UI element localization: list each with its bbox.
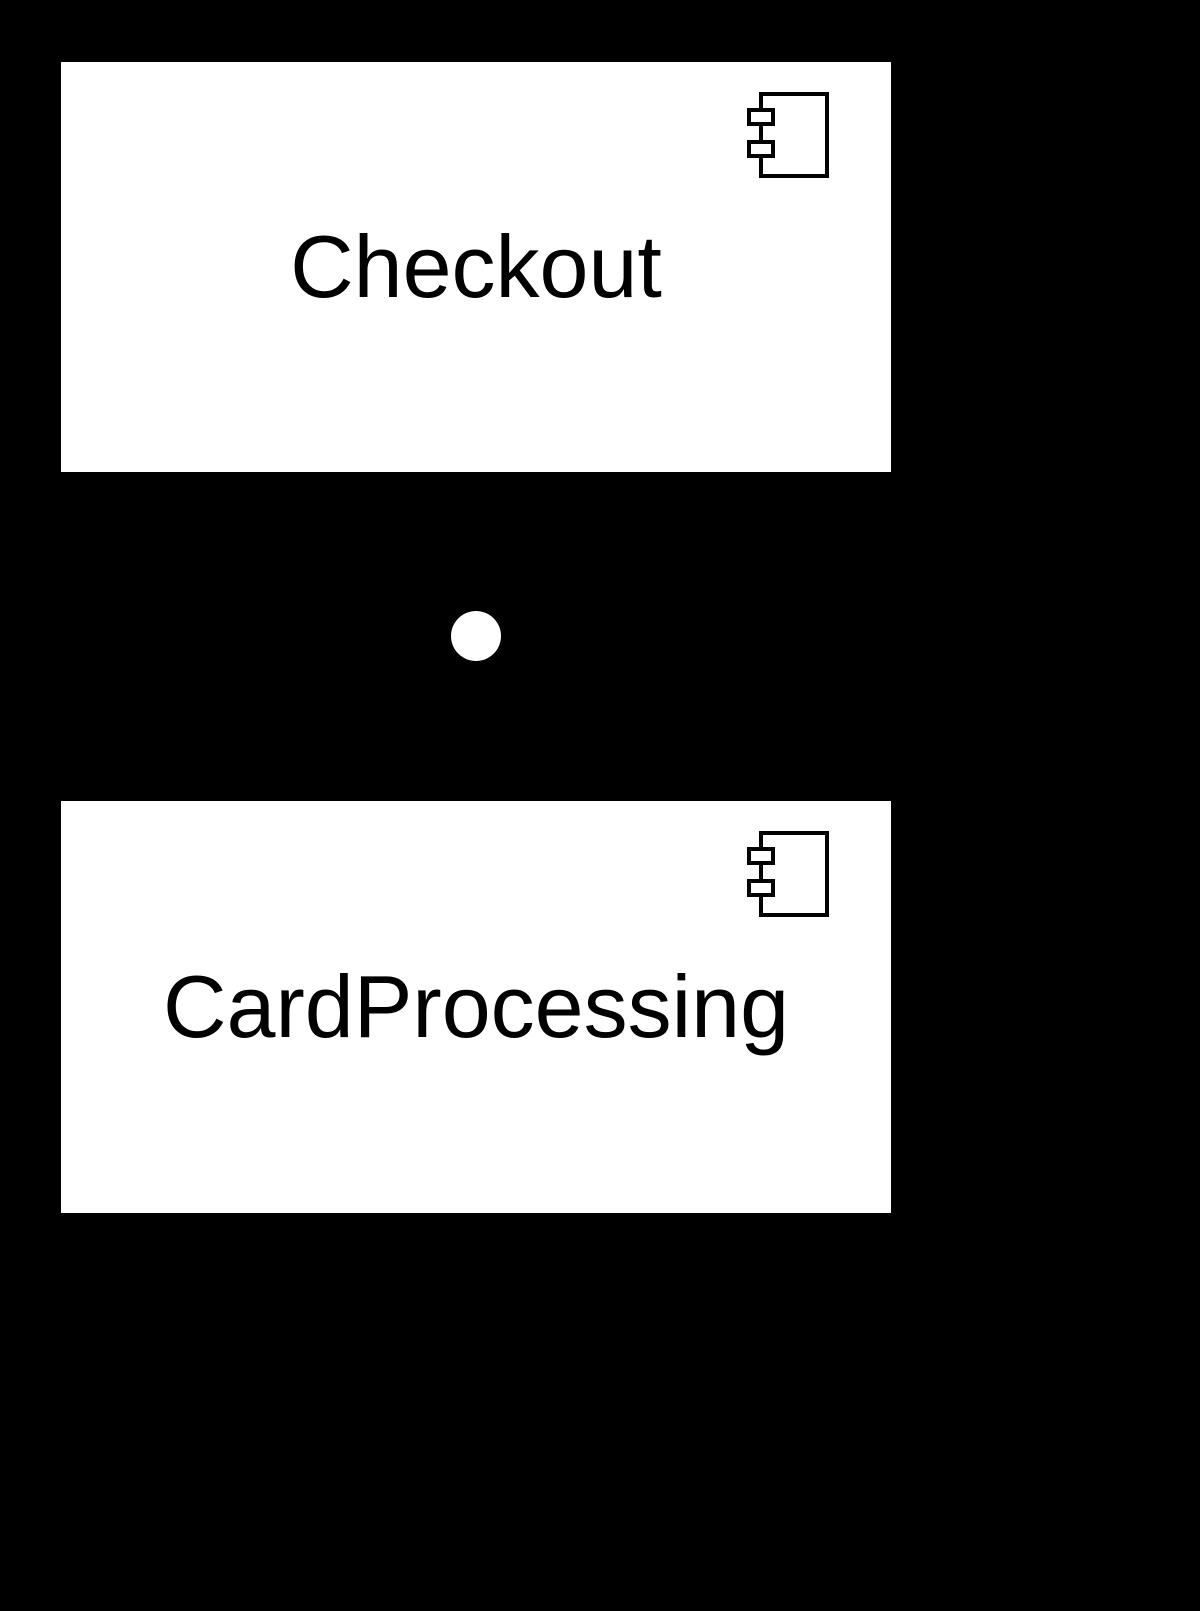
component-card-processing: CardProcessing (57, 797, 895, 1217)
component-label-checkout: Checkout (290, 216, 662, 318)
component-icon (747, 831, 829, 922)
component-label-card-processing: CardProcessing (163, 956, 789, 1058)
interface-lollipop-icon (451, 611, 501, 661)
component-icon (747, 92, 829, 183)
component-checkout: Checkout (57, 58, 895, 476)
